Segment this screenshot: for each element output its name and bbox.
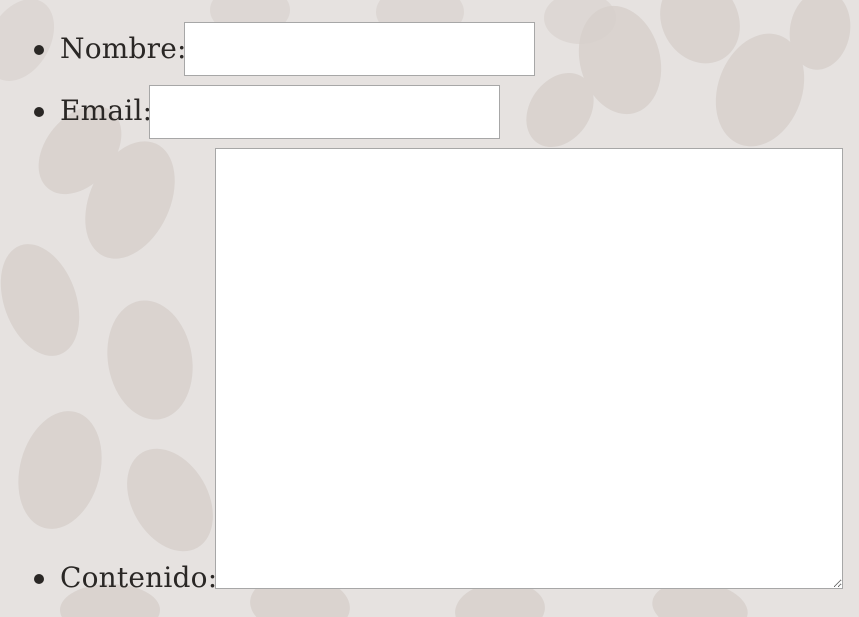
- email-input[interactable]: [149, 85, 500, 139]
- contact-form-list: Nombre: Email: Contenido:: [0, 0, 859, 617]
- nombre-input[interactable]: [184, 22, 535, 76]
- bullet-icon: [34, 45, 44, 55]
- contenido-textarea[interactable]: [215, 148, 843, 589]
- bullet-icon: [34, 574, 44, 584]
- email-label: Email:: [60, 94, 153, 127]
- bullet-icon: [34, 107, 44, 117]
- contenido-label: Contenido:: [60, 561, 218, 594]
- nombre-label: Nombre:: [60, 32, 187, 65]
